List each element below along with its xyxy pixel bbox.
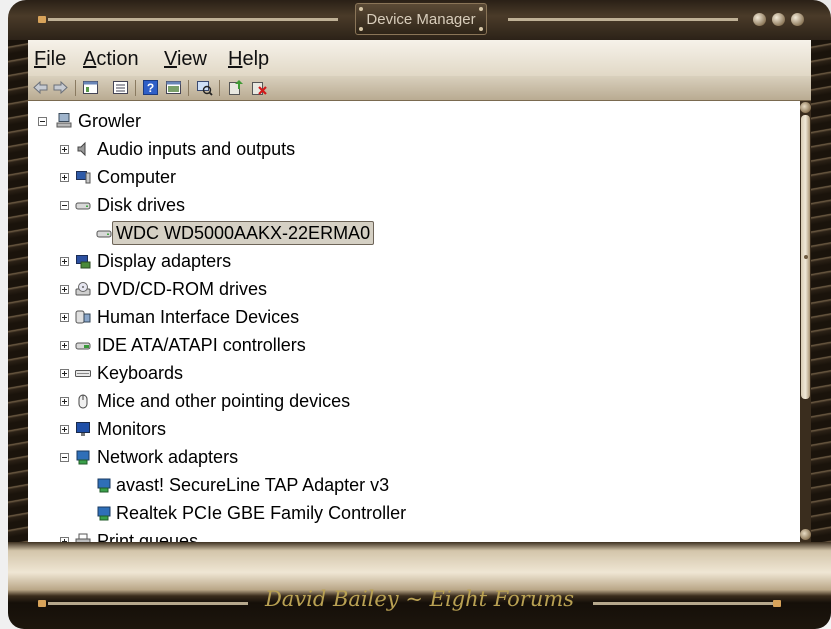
network-adapter-icon (97, 478, 111, 493)
tree-item-wdc-disk-selected[interactable]: WDC WD5000AAKX-22ERMA0 (112, 221, 375, 245)
menu-view-label: iew (176, 48, 207, 70)
menu-action-mnemonic: A (83, 48, 97, 70)
minimize-button[interactable] (753, 13, 766, 26)
menu-bar: File Action View Help (28, 40, 811, 76)
expand-toggle[interactable] (60, 397, 69, 406)
toolbar-separator (135, 80, 136, 96)
vertical-scrollbar[interactable] (800, 101, 811, 542)
expand-toggle[interactable] (60, 145, 69, 154)
expand-toggle[interactable] (60, 257, 69, 266)
scrollbar-grip-icon (804, 255, 808, 259)
tree-item-print-queues[interactable]: Print queues (97, 531, 198, 542)
tree-item-dvd-drives[interactable]: DVD/CD-ROM drives (97, 279, 267, 303)
computer-root-icon (56, 113, 72, 128)
view-icon[interactable] (165, 79, 182, 96)
title-plate: Device Manager (355, 3, 487, 35)
display-adapter-icon (76, 255, 91, 269)
close-button[interactable] (791, 13, 804, 26)
tree-item-audio[interactable]: Audio inputs and outputs (97, 139, 295, 163)
menu-file-mnemonic: F (34, 48, 47, 70)
collapse-toggle[interactable] (60, 453, 69, 462)
uninstall-icon[interactable] (250, 79, 267, 96)
help-icon[interactable]: ? (142, 79, 159, 96)
menu-help-label: elp (242, 48, 270, 70)
scan-hardware-icon[interactable] (196, 79, 213, 96)
svg-text:?: ? (147, 81, 154, 95)
frame-left (8, 40, 28, 547)
scrollbar-thumb[interactable] (801, 115, 810, 399)
tree-item-network-adapters[interactable]: Network adapters (97, 447, 238, 471)
title-bar[interactable]: Device Manager (8, 0, 831, 40)
mouse-icon (78, 394, 88, 409)
tree-item-ide-controllers[interactable]: IDE ATA/ATAPI controllers (97, 335, 306, 359)
maximize-button[interactable] (772, 13, 785, 26)
menu-action[interactable]: Action (83, 48, 139, 71)
expand-toggle[interactable] (60, 285, 69, 294)
status-panel: David Bailey ~ Eight Forums (8, 542, 831, 629)
scroll-down-button[interactable] (800, 529, 811, 540)
expand-toggle[interactable] (60, 425, 69, 434)
menu-view-mnemonic: V (164, 48, 177, 70)
tree-item-disk-drives[interactable]: Disk drives (97, 195, 185, 219)
tree-item-keyboards[interactable]: Keyboards (97, 363, 183, 387)
toolbar-separator (219, 80, 220, 96)
menu-help-mnemonic: H (228, 48, 243, 70)
disk-drive-icon (75, 202, 91, 210)
tree-item-realtek-adapter[interactable]: Realtek PCIe GBE Family Controller (116, 503, 406, 527)
tree-item-hid[interactable]: Human Interface Devices (97, 307, 299, 331)
tree-item-computer[interactable]: Computer (97, 167, 176, 191)
forward-icon[interactable] (52, 79, 69, 96)
window-title: Device Manager (366, 11, 476, 28)
signature-text: David Bailey ~ Eight Forums (264, 587, 575, 611)
scroll-up-button[interactable] (800, 102, 811, 113)
tree-item-avast-adapter[interactable]: avast! SecureLine TAP Adapter v3 (116, 475, 389, 499)
toolbar: ? (28, 76, 811, 101)
title-ornament-left (48, 18, 338, 21)
collapse-toggle[interactable] (60, 201, 69, 210)
network-adapter-icon (76, 450, 90, 465)
back-icon[interactable] (32, 79, 49, 96)
hid-icon (75, 310, 91, 324)
printer-icon (75, 533, 91, 542)
menu-action-label: ction (96, 48, 139, 70)
toolbar-separator (188, 80, 189, 96)
tree-root-label[interactable]: Growler (78, 111, 141, 135)
speaker-icon (77, 141, 86, 157)
collapse-toggle[interactable] (38, 117, 47, 126)
keyboard-icon (75, 370, 91, 377)
network-adapter-icon (97, 506, 111, 521)
update-driver-list-icon[interactable] (112, 79, 129, 96)
menu-file[interactable]: File (34, 48, 66, 71)
expand-toggle[interactable] (60, 173, 69, 182)
toolbar-separator (75, 80, 76, 96)
expand-toggle[interactable] (60, 369, 69, 378)
properties-icon[interactable] (82, 79, 99, 96)
tree-item-monitors[interactable]: Monitors (97, 419, 166, 443)
title-ornament-right (508, 18, 738, 21)
device-tree[interactable]: Growler Audio inputs and outputs Compute… (28, 101, 800, 542)
dvd-drive-icon (75, 282, 91, 296)
tree-item-mice[interactable]: Mice and other pointing devices (97, 391, 350, 415)
tree-item-display-adapters[interactable]: Display adapters (97, 251, 231, 275)
update-driver-icon[interactable] (227, 79, 244, 96)
computer-icon (76, 171, 91, 184)
ide-controller-icon (75, 342, 91, 350)
monitor-icon (76, 422, 90, 436)
menu-file-label: ile (46, 48, 67, 70)
menu-help[interactable]: Help (228, 48, 269, 71)
expand-toggle[interactable] (60, 313, 69, 322)
disk-drive-icon (96, 230, 112, 238)
device-manager-window: Device Manager File Action View Help ? G… (8, 0, 831, 629)
frame-right (811, 40, 831, 547)
title-ornament-tip-left (38, 16, 46, 23)
menu-view[interactable]: View (164, 48, 207, 71)
expand-toggle[interactable] (60, 341, 69, 350)
